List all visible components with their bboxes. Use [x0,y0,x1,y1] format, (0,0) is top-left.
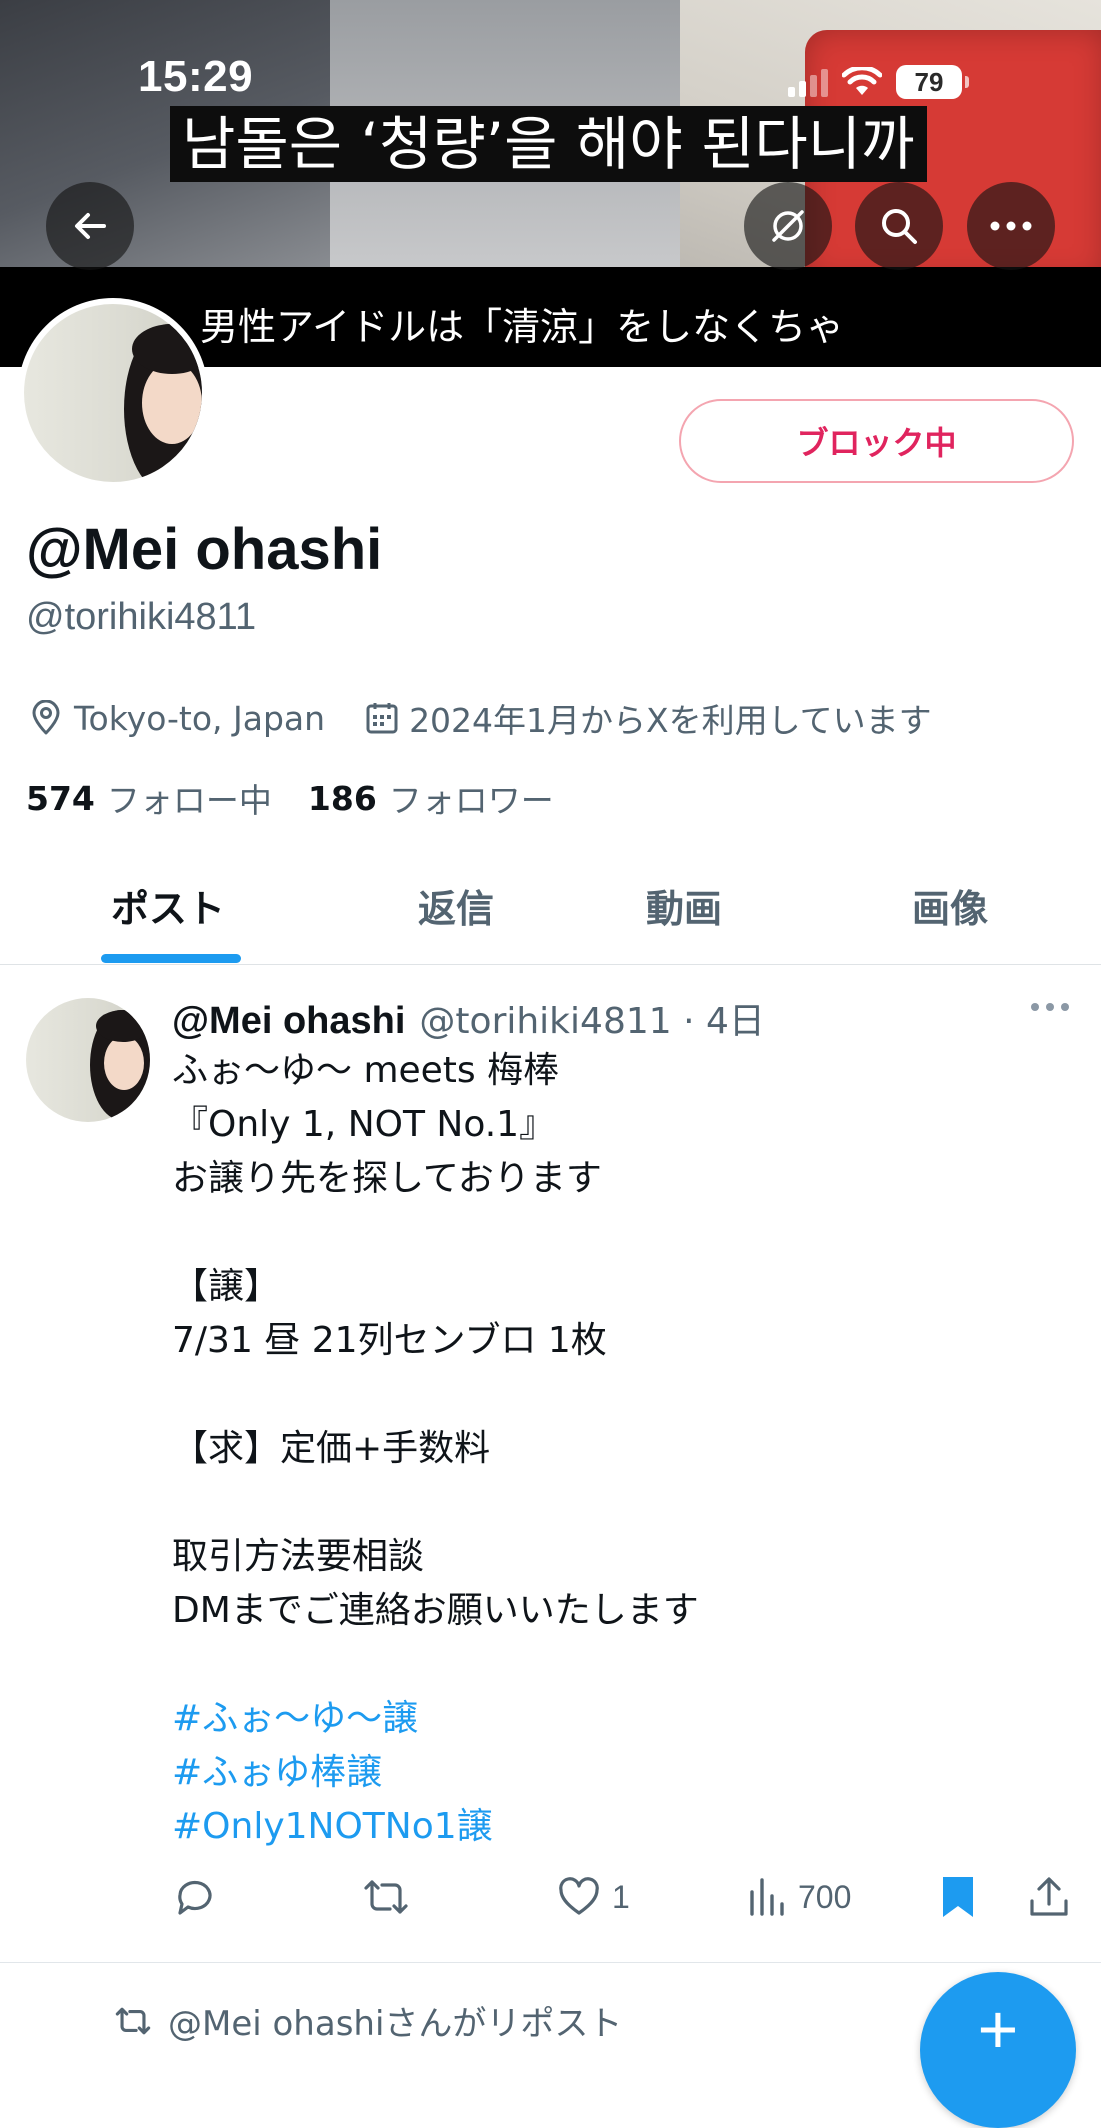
wifi-icon [842,67,882,95]
post-text: ふぉ〜ゆ〜 meets 梅棒 『Only 1, NOT No.1』 お譲り先を探… [172,1044,1052,1854]
bookmark-button[interactable] [938,1874,978,1920]
repost-suffix: さんがリポスト [384,2004,623,2044]
heart-icon [559,1877,599,1915]
views-button[interactable]: 700 [746,1874,851,1920]
following-count[interactable]: 574 [26,779,95,818]
post-more-button[interactable] [1030,1000,1070,1018]
post-separator: · [671,1001,706,1042]
status-icons: 79 [788,60,969,104]
post-line: 『Only 1, NOT No.1』 [172,1104,556,1145]
post-line: お譲り先を探しております [172,1158,602,1199]
active-tab-indicator [101,954,241,963]
post-line: DMまでご連絡お願いいたします [172,1590,699,1631]
post-line: 【求】定価+手数料 [172,1428,491,1469]
location-item: Tokyo-to, Japan [28,699,325,738]
hashtag-link[interactable]: #ふぉゆ棒譲 [172,1746,1052,1800]
blocked-button[interactable]: ブロック中 [679,399,1074,483]
signal-icon [788,67,828,97]
reply-button[interactable] [172,1874,218,1920]
calendar-icon [366,703,398,734]
search-icon [882,209,917,244]
post-line [172,1638,1052,1692]
post-line: 7/31 昼 21列センブロ 1枚 [172,1320,607,1361]
like-count: 1 [612,1878,630,1915]
reply-icon [178,1880,212,1915]
repost-indicator[interactable]: @Mei ohashiさんがリポスト [112,1996,622,2045]
follow-counts: 574 フォロー中 186 フォロワー [26,774,590,822]
hashtag-link[interactable]: #Only1NOTNo1譲 [172,1800,1052,1854]
share-button[interactable] [1026,1874,1072,1920]
views-chart-icon [750,1878,784,1916]
more-horizontal-icon [1031,1003,1069,1011]
profile-avatar[interactable] [18,298,208,488]
repost-button[interactable] [360,1874,412,1920]
hashtag-link[interactable]: #ふぉ〜ゆ〜譲 [172,1692,1052,1746]
location-pin-icon [32,700,60,735]
post-author-avatar[interactable] [26,998,150,1122]
repost-icon [115,2007,151,2034]
status-time: 15:29 [138,52,254,101]
post-line [172,1476,1052,1530]
grok-icon [772,210,804,242]
followers-label[interactable]: フォロワー [389,774,554,822]
repost-icon [364,1880,408,1914]
plus-icon: + [977,1990,1019,2068]
post-author-name[interactable]: @Mei ohashi [172,1000,405,1043]
profile-tabs: ポスト 返信 動画 画像 [0,840,1101,965]
post-time[interactable]: 4日 [706,992,765,1044]
post-line: 取引方法要相談 [172,1536,425,1577]
back-arrow-icon [75,213,106,239]
post-line [172,1368,1052,1422]
post-divider [0,1962,1101,1963]
post-author-handle[interactable]: @torihiki4811 [419,1001,671,1042]
repost-user: @Mei ohashi [168,2004,385,2044]
battery-indicator: 79 [896,65,969,99]
post-actions: 1 700 [0,1874,1101,1930]
battery-level: 79 [914,66,944,97]
location-text: Tokyo-to, Japan [74,698,326,738]
post-line [172,1206,1052,1260]
view-count: 700 [798,1878,852,1915]
post-line: 【譲】 [172,1266,281,1307]
share-icon [1030,1877,1068,1916]
profile-display-name: @Mei ohashi [26,517,383,582]
bookmark-filled-icon [943,1877,973,1917]
tab-posts[interactable]: ポスト [111,878,225,933]
search-button[interactable] [855,182,943,270]
followers-count[interactable]: 186 [308,779,377,818]
tab-videos[interactable]: 動画 [646,878,722,933]
more-options-button[interactable] [967,182,1055,270]
joined-item: 2024年1月からXを利用しています [365,694,932,742]
more-horizontal-icon [990,221,1032,231]
tab-replies[interactable]: 返信 [418,878,494,933]
profile-avatar-image [24,304,202,482]
like-button[interactable]: 1 [556,1874,630,1920]
following-label[interactable]: フォロー中 [107,774,272,822]
tab-images[interactable]: 画像 [912,878,988,933]
banner-korean-subtitle: 남돌은 ‘청량’을 해야 된다니까 [170,106,927,182]
profile-meta: Tokyo-to, Japan 2024年1月からXを利用しています [28,694,972,742]
post-header: @Mei ohashi @torihiki4811 · 4日 [172,992,765,1044]
post-line: ふぉ〜ゆ〜 meets 梅棒 [172,1050,560,1091]
compose-post-button[interactable]: + [920,1972,1076,2128]
profile-handle: @torihiki4811 [26,596,257,638]
banner-japanese-subtitle: 男性アイドルは「清涼」をしなくちゃ [200,305,845,349]
grok-button[interactable] [744,182,832,270]
joined-text: 2024年1月からXを利用しています [409,701,932,740]
back-button[interactable] [46,182,134,270]
